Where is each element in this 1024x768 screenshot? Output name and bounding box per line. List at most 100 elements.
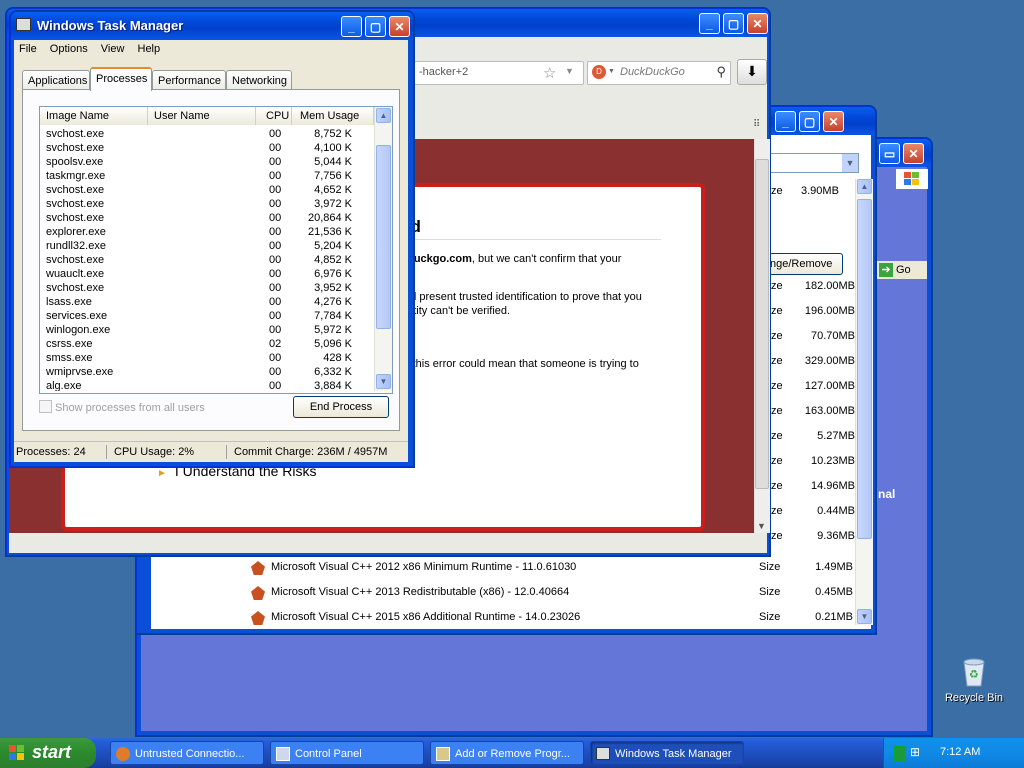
start-button[interactable]: start — [0, 738, 96, 768]
table-row[interactable]: winlogon.exe 00 5,972 K — [40, 323, 370, 337]
table-row[interactable]: svchost.exe 00 4,852 K — [40, 253, 370, 267]
close-button[interactable]: ✕ — [389, 16, 410, 37]
minimize-button[interactable]: _ — [699, 13, 720, 34]
menu-view[interactable]: View — [101, 43, 125, 55]
minimize-button[interactable]: _ — [775, 111, 796, 132]
tab-processes[interactable]: Processes — [90, 67, 152, 91]
table-row[interactable]: svchost.exe 00 4,100 K — [40, 141, 370, 155]
list-item[interactable]: ze 127.00MB — [771, 380, 865, 398]
taskbar-button-untrusted-connection[interactable]: Untrusted Connectio... — [110, 741, 264, 765]
table-row[interactable]: svchost.exe 00 3,972 K — [40, 197, 370, 211]
list-item[interactable]: ze 163.00MB — [771, 405, 865, 423]
table-row[interactable]: spoolsv.exe 00 5,044 K — [40, 155, 370, 169]
list-item[interactable]: ze 182.00MB — [771, 280, 865, 298]
list-item[interactable]: ze 14.96MB — [771, 480, 865, 498]
table-row[interactable]: svchost.exe 00 20,864 K — [40, 211, 370, 225]
table-row[interactable]: alg.exe 00 3,884 K — [40, 379, 370, 391]
process-cpu: 00 — [269, 226, 282, 238]
column-image-name[interactable]: Image Name — [40, 107, 148, 125]
search-engine-dropdown-icon[interactable]: ▼ — [608, 68, 615, 75]
table-row[interactable]: services.exe 00 7,784 K — [40, 309, 370, 323]
minimize-button[interactable]: ▭ — [879, 143, 900, 164]
menu-help[interactable]: Help — [138, 43, 161, 55]
menu-options[interactable]: Options — [50, 43, 88, 55]
list-item[interactable]: ze 5.27MB — [771, 430, 865, 448]
size-label: Size — [759, 561, 781, 573]
control-panel-partial-label: nal — [878, 487, 896, 501]
scroll-thumb[interactable] — [755, 159, 769, 489]
list-item[interactable]: Microsoft Visual C++ 2012 x86 Minimum Ru… — [247, 559, 867, 583]
table-row[interactable]: csrss.exe 02 5,096 K — [40, 337, 370, 351]
column-cpu[interactable]: CPU — [256, 107, 292, 125]
sort-dropdown[interactable]: ▼ — [769, 153, 859, 173]
go-button[interactable]: ➔ Go — [877, 261, 927, 279]
list-item[interactable]: ze 70.70MB — [771, 330, 865, 348]
close-button[interactable]: ✕ — [747, 13, 768, 34]
url-dropdown-icon[interactable]: ▼ — [565, 66, 574, 76]
scroll-up-arrow[interactable]: ▲ — [376, 108, 391, 123]
scroll-down-arrow[interactable]: ▼ — [376, 374, 391, 389]
table-row[interactable]: svchost.exe 00 8,752 K — [40, 127, 370, 141]
table-row[interactable]: smss.exe 00 428 K — [40, 351, 370, 365]
table-row[interactable]: taskmgr.exe 00 7,756 K — [40, 169, 370, 183]
search-bar[interactable]: D ▼ DuckDuckGo ⚲ — [587, 61, 731, 85]
change-remove-button[interactable]: nge/Remove — [769, 253, 843, 275]
table-row[interactable]: wmiprvse.exe 00 6,332 K — [40, 365, 370, 379]
maximize-button[interactable]: ▢ — [723, 13, 744, 34]
network-icon[interactable]: ⊞ — [910, 745, 924, 759]
url-bar[interactable]: -hacker+2 ☆ ▼ — [414, 61, 584, 85]
process-mem: 7,784 K — [314, 310, 352, 322]
search-icon[interactable]: ⚲ — [716, 64, 726, 80]
end-process-button[interactable]: End Process — [293, 396, 389, 418]
table-row[interactable]: lsass.exe 00 4,276 K — [40, 295, 370, 309]
scroll-down-arrow[interactable]: ▼ — [757, 521, 766, 531]
table-row[interactable]: wuauclt.exe 00 6,976 K — [40, 267, 370, 281]
process-list-scrollbar[interactable]: ▲ ▼ — [374, 107, 392, 391]
recycle-bin-shortcut[interactable]: ♻ Recycle Bin — [938, 656, 1010, 704]
table-row[interactable]: rundll32.exe 00 5,204 K — [40, 239, 370, 253]
size-value: 14.96MB — [810, 480, 855, 492]
tray-app-icon[interactable] — [894, 746, 906, 762]
process-name: services.exe — [46, 310, 108, 322]
add-remove-scrollbar[interactable]: ▲ ▼ — [855, 179, 873, 625]
list-item[interactable]: ze 10.23MB — [771, 455, 865, 473]
browser-page-scrollbar[interactable]: ▼ — [754, 139, 770, 533]
scroll-thumb[interactable] — [857, 199, 872, 539]
show-all-users-checkbox[interactable] — [39, 400, 52, 413]
tab-networking[interactable]: Networking — [226, 70, 292, 90]
bookmark-star-icon[interactable]: ☆ — [543, 64, 556, 82]
tab-performance[interactable]: Performance — [152, 70, 226, 90]
scroll-up-arrow[interactable]: ▲ — [857, 179, 872, 194]
minimize-button[interactable]: _ — [341, 16, 362, 37]
taskbar-button-task-manager[interactable]: Windows Task Manager — [590, 741, 744, 765]
maximize-button[interactable]: ▢ — [365, 16, 386, 37]
list-item[interactable]: Microsoft Visual C++ 2015 x86 Additional… — [247, 609, 867, 625]
process-mem: 3,952 K — [314, 282, 352, 294]
column-mem-usage[interactable]: Mem Usage — [292, 107, 374, 125]
close-button[interactable]: ✕ — [823, 111, 844, 132]
list-item[interactable]: ze 329.00MB — [771, 355, 865, 373]
list-item[interactable]: Microsoft Visual C++ 2013 Redistributabl… — [247, 584, 867, 608]
program-list: Microsoft Visual C++ 2012 x86 Minimum Ru… — [247, 555, 867, 625]
maximize-button[interactable]: ▢ — [799, 111, 820, 132]
column-user-name[interactable]: User Name — [148, 107, 256, 125]
list-item[interactable]: ze 196.00MB — [771, 305, 865, 323]
list-item[interactable]: ze 0.44MB — [771, 505, 865, 523]
taskbar-button-control-panel[interactable]: Control Panel — [270, 741, 424, 765]
tab-applications[interactable]: Applications — [22, 70, 90, 90]
list-item[interactable]: ze 9.36MB — [771, 530, 865, 548]
clock[interactable]: 7:12 AM — [940, 746, 980, 758]
search-input[interactable]: DuckDuckGo — [620, 66, 685, 78]
table-row[interactable]: svchost.exe 00 4,652 K — [40, 183, 370, 197]
table-row[interactable]: explorer.exe 00 21,536 K — [40, 225, 370, 239]
close-button[interactable]: ✕ — [903, 143, 924, 164]
table-row[interactable]: svchost.exe 00 3,952 K — [40, 281, 370, 295]
scroll-thumb[interactable] — [376, 145, 391, 329]
taskbar-button-add-remove-programs[interactable]: Add or Remove Progr... — [430, 741, 584, 765]
download-button[interactable]: ⬇ — [737, 59, 767, 85]
scroll-down-arrow[interactable]: ▼ — [857, 609, 872, 624]
taskbar: start Untrusted Connectio... Control Pan… — [0, 738, 1024, 768]
svg-text:♻: ♻ — [969, 668, 979, 681]
task-manager-titlebar[interactable]: Windows Task Manager _ ▢ ✕ — [11, 12, 413, 40]
menu-file[interactable]: File — [19, 43, 37, 55]
